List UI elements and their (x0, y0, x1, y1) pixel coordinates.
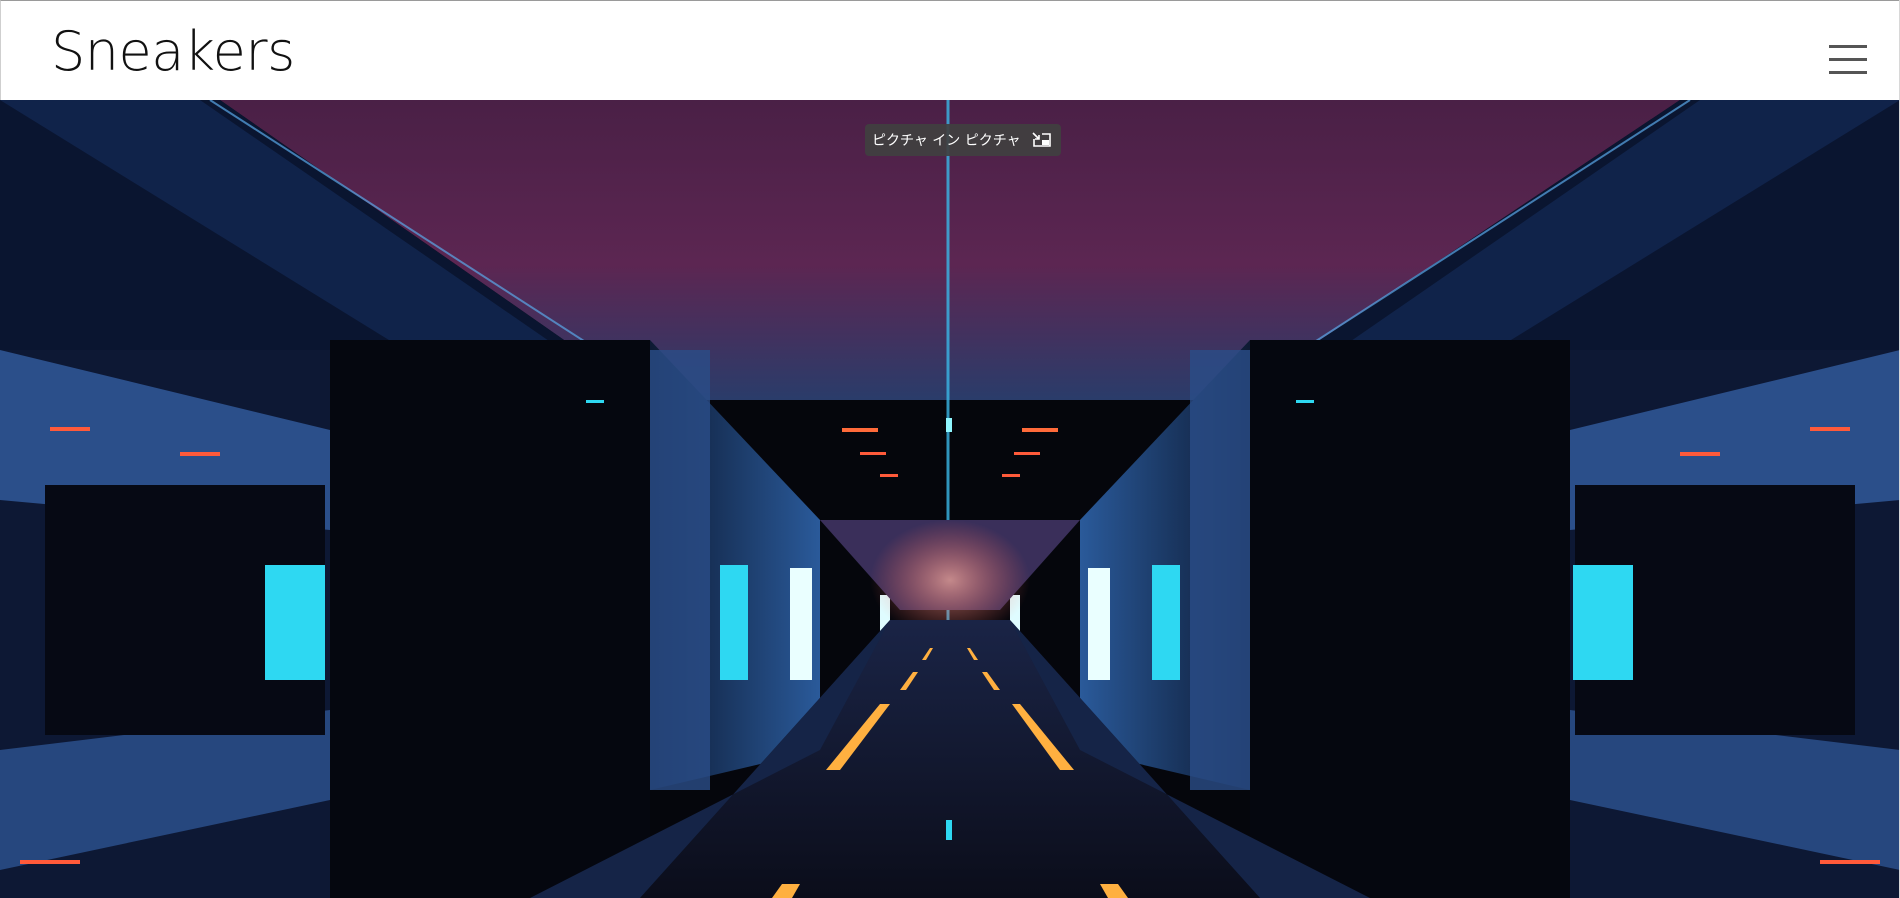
picture-in-picture-button[interactable]: ピクチャ イン ピクチャ (865, 124, 1061, 156)
menu-bar-bottom (1829, 71, 1867, 74)
neon-corridor-frame (0, 100, 1900, 898)
site-logo[interactable]: Sneakers (51, 19, 295, 85)
page: Sneakers ピクチャ イン ピクチャ (0, 0, 1900, 898)
pip-label: ピクチャ イン ピクチャ (872, 133, 1021, 149)
picture-in-picture-icon (1031, 131, 1053, 149)
menu-bar-top (1829, 45, 1867, 48)
menu-bar-middle (1829, 58, 1867, 61)
hero-video[interactable] (0, 100, 1900, 898)
hamburger-menu-icon[interactable] (1827, 43, 1869, 77)
site-header: Sneakers (0, 0, 1900, 101)
